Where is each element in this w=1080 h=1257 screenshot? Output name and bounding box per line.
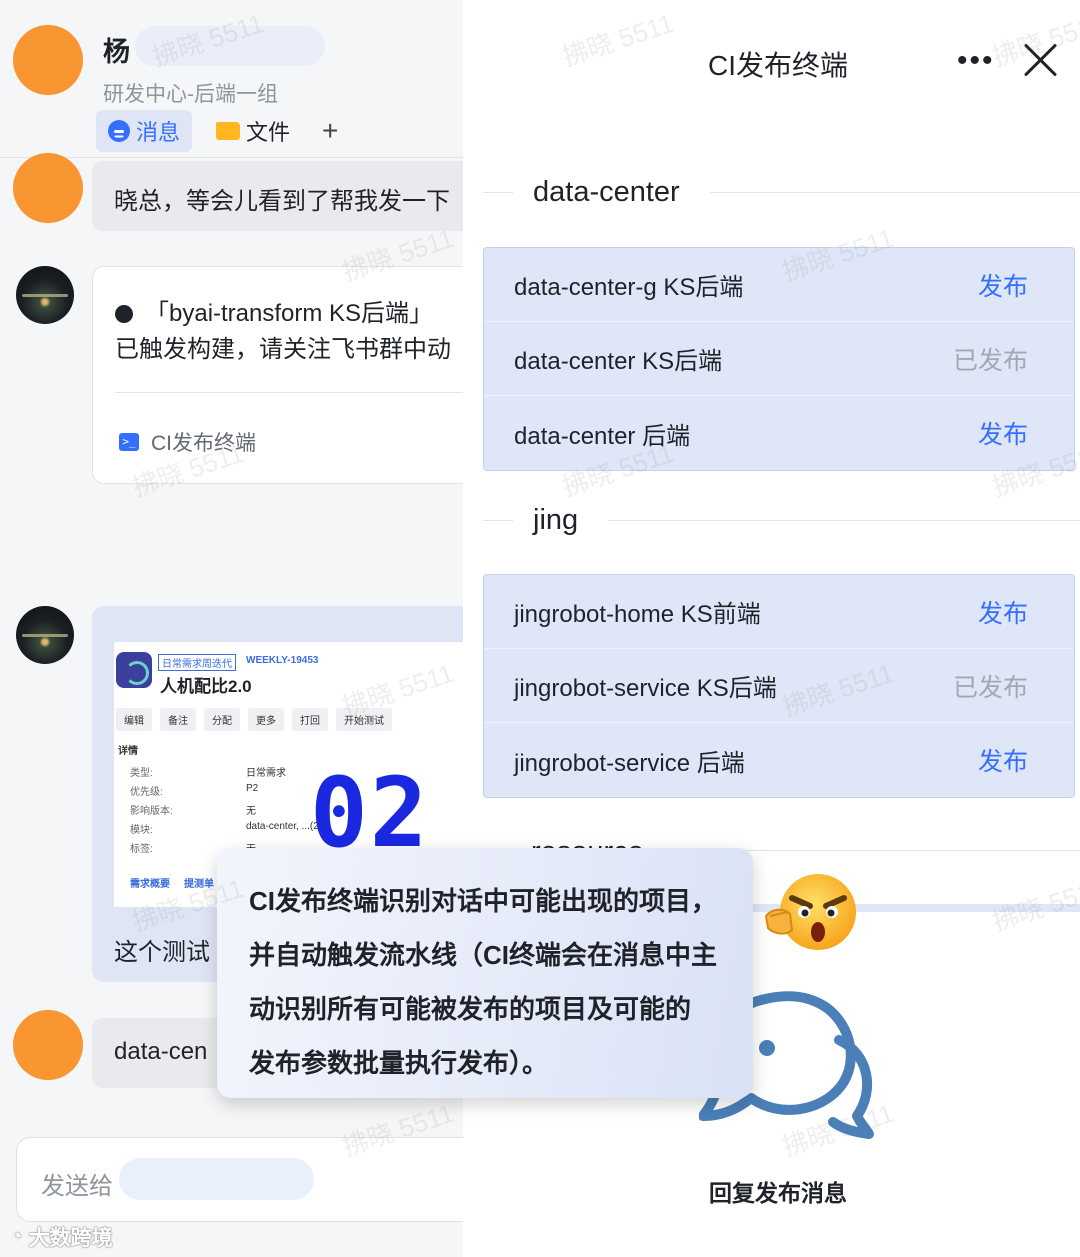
- project-name: data-center 后端: [514, 422, 691, 450]
- reply-publish-message[interactable]: 回复发布消息: [463, 1174, 1080, 1208]
- contact-name: 杨: [103, 37, 130, 67]
- bot-avatar[interactable]: [16, 606, 74, 664]
- note-button: 备注: [160, 708, 196, 731]
- tab-messages-label: 消息: [136, 120, 181, 145]
- card-divider: [115, 392, 470, 393]
- bullet-icon: [115, 305, 133, 323]
- sender-avatar[interactable]: [13, 1010, 83, 1080]
- add-tab-button[interactable]: +: [310, 110, 350, 152]
- field-label: 类型:: [130, 768, 153, 779]
- iteration-tag: 日常需求周迭代: [158, 654, 236, 671]
- project-list: jingrobot-home KS前端 发布 jingrobot-service…: [483, 574, 1075, 798]
- project-name: jingrobot-service 后端: [514, 749, 745, 777]
- tab-files[interactable]: 文件: [204, 110, 302, 152]
- publish-button[interactable]: 发布: [978, 267, 1028, 303]
- message-icon: [108, 120, 130, 142]
- publish-button[interactable]: 发布: [978, 742, 1028, 778]
- publish-button[interactable]: 发布: [978, 415, 1028, 451]
- reject-button: 打回: [292, 708, 328, 731]
- details-section: 详情: [118, 746, 138, 757]
- card-app-label: CI发布终端: [151, 432, 256, 455]
- image-caption: 这个测试: [114, 939, 210, 966]
- group-name: jing: [533, 504, 579, 536]
- message-bubble[interactable]: 晓总，等会儿看到了帮我发一下: [92, 161, 470, 231]
- divider: [483, 520, 513, 521]
- callout-line: CI发布终端识别对话中可能出现的项目，: [249, 886, 718, 916]
- contact-avatar[interactable]: [13, 25, 83, 95]
- brand-text: 大数跨境: [28, 1227, 113, 1250]
- project-name: data-center-g KS后端: [514, 274, 744, 301]
- field-label: 模块:: [130, 825, 153, 836]
- divider: [608, 520, 1080, 521]
- project-item: jingrobot-service 后端 发布: [484, 723, 1074, 797]
- project-item: data-center 后端 发布: [484, 396, 1074, 470]
- feature-callout: CI发布终端识别对话中可能出现的项目， 并自动触发流水线（CI终端会在消息中主 …: [217, 848, 753, 1098]
- field-label: 优先级:: [130, 787, 163, 798]
- group-name: data-center: [533, 176, 680, 208]
- card-app-source[interactable]: >_ CI发布终端: [119, 427, 256, 457]
- callout-line: 发布参数批量执行发布）。: [249, 1048, 549, 1078]
- project-item: jingrobot-home KS前端 发布: [484, 575, 1074, 649]
- field-value: 日常需求: [246, 768, 286, 779]
- overlay-number: 02: [310, 757, 430, 869]
- publish-button[interactable]: 发布: [978, 594, 1028, 630]
- field-value: P2: [246, 783, 259, 794]
- tab-files-label: 文件: [246, 120, 291, 145]
- field-value: 无: [246, 806, 256, 817]
- field-label: 影响版本:: [130, 806, 173, 817]
- bot-avatar[interactable]: [16, 266, 74, 324]
- callout-line: 并自动触发流水线（CI终端会在消息中主: [249, 940, 718, 970]
- task-subtabs: 需求概要 提测单: [130, 875, 214, 890]
- start-test-button: 开始测试: [336, 708, 392, 731]
- published-status: 已发布: [952, 346, 1028, 375]
- callout-line: 动识别所有可能被发布的项目及可能的: [249, 994, 692, 1024]
- more-button: 更多: [248, 708, 284, 731]
- divider: [709, 192, 1080, 193]
- app-logo-icon: [116, 652, 152, 688]
- message-text: data-cen: [114, 1038, 208, 1065]
- assign-button: 分配: [204, 708, 240, 731]
- project-item: data-center-g KS后端 发布: [484, 248, 1074, 322]
- card-title-text: 「byai-transform KS后端」: [145, 300, 434, 327]
- contact-department: 研发中心-后端一组: [103, 83, 278, 106]
- input-placeholder: 发送给: [41, 1173, 113, 1200]
- divider: [483, 192, 513, 193]
- published-status: 已发布: [952, 673, 1028, 702]
- card-body: 已触发构建，请关注飞书群中动: [115, 336, 451, 363]
- message-input[interactable]: 发送给: [16, 1137, 470, 1222]
- name-redaction: [135, 26, 325, 66]
- build-notification-card[interactable]: 「byai-transform KS后端」 已触发构建，请关注飞书群中动 >_ …: [92, 266, 470, 484]
- header-divider: [0, 157, 470, 158]
- group-header: data-center: [483, 176, 1080, 209]
- project-list: data-center-g KS后端 发布 data-center KS后端 已…: [483, 247, 1075, 471]
- subtab-test-ticket: 提测单: [184, 879, 214, 890]
- brand-logo-icon: ◔: [10, 1225, 23, 1248]
- project-name: data-center KS后端: [514, 348, 723, 375]
- card-title: 「byai-transform KS后端」: [115, 293, 433, 328]
- angry-pointing-emoji-icon: [764, 874, 856, 950]
- project-item: data-center KS后端 已发布: [484, 322, 1074, 396]
- recipient-redaction: [119, 1158, 314, 1200]
- field-label: 标签:: [130, 844, 153, 855]
- folder-icon: [216, 122, 240, 140]
- project-name: jingrobot-home KS前端: [514, 601, 761, 628]
- message-text: 晓总，等会儿看到了帮我发一下: [114, 188, 450, 215]
- terminal-icon: >_: [119, 433, 139, 451]
- group-header: jing: [483, 504, 1080, 537]
- edit-button: 编辑: [116, 708, 152, 731]
- brand-watermark: ◔ 大数跨境: [10, 1222, 113, 1252]
- project-item: jingrobot-service KS后端 已发布: [484, 649, 1074, 723]
- subtab-summary: 需求概要: [130, 879, 170, 890]
- weekly-id: WEEKLY-19453: [246, 655, 319, 666]
- task-toolbar: 编辑 备注 分配 更多 打回 开始测试: [116, 708, 392, 731]
- more-options-icon[interactable]: •••: [957, 44, 995, 78]
- task-title: 人机配比2.0: [160, 677, 252, 696]
- project-name: jingrobot-service KS后端: [514, 675, 777, 702]
- sender-avatar[interactable]: [13, 153, 83, 223]
- tab-messages[interactable]: 消息: [96, 110, 193, 152]
- close-icon[interactable]: [1023, 42, 1059, 78]
